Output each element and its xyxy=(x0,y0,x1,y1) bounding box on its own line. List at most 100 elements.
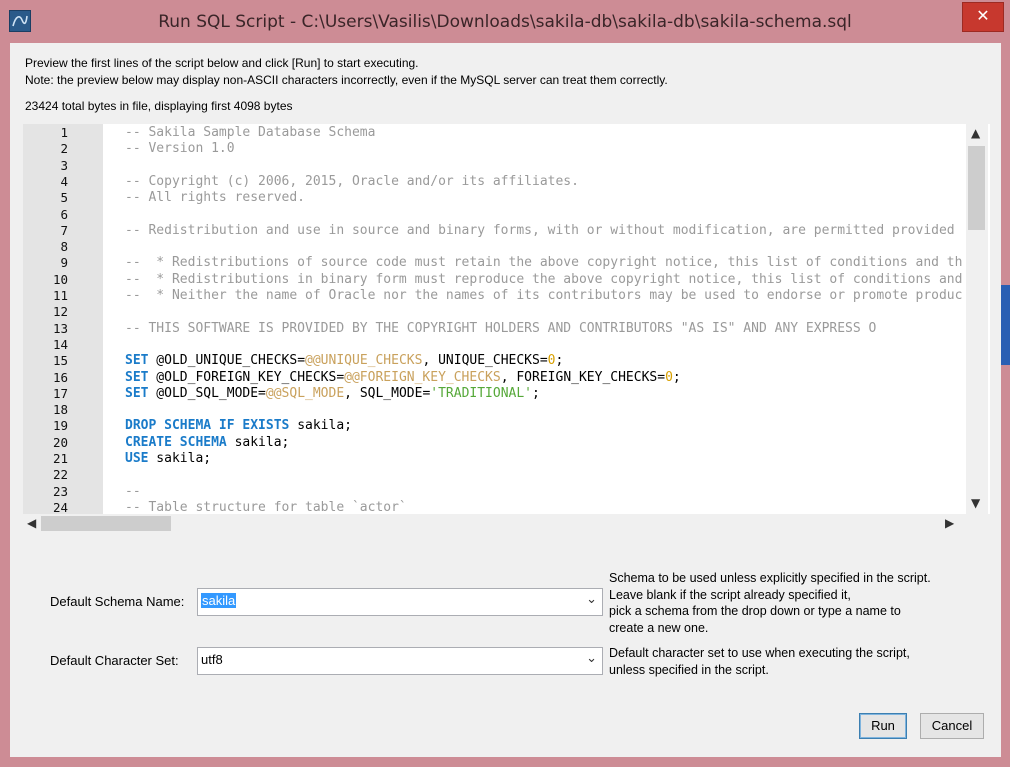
line-number: 12 xyxy=(52,304,68,320)
line-number: 18 xyxy=(52,402,68,418)
code-line: -- Redistribution and use in source and … xyxy=(125,223,963,239)
code-line: -- * Redistributions of source code must… xyxy=(125,255,963,271)
code-token: 0 xyxy=(547,353,556,369)
character-set-combobox[interactable]: utf8 ⌄ xyxy=(197,647,603,675)
code-token: -- * Redistributions in binary form must… xyxy=(125,271,963,287)
code-token: -- * Redistributions of source code must… xyxy=(125,255,963,271)
horizontal-scroll-thumb[interactable] xyxy=(41,516,171,531)
code-token: @OLD_FOREIGN_KEY_CHECKS= xyxy=(148,369,345,385)
title-bar[interactable]: Run SQL Script - C:\Users\Vasilis\Downlo… xyxy=(0,0,1010,40)
code-token: , UNIQUE_CHECKS= xyxy=(422,353,548,369)
code-token: -- Version 1.0 xyxy=(125,141,235,157)
character-set-value: utf8 xyxy=(201,652,223,667)
line-number: 2 xyxy=(60,141,68,157)
code-token: -- All rights reserved. xyxy=(125,190,306,206)
code-token: 'TRADITIONAL' xyxy=(430,385,533,401)
code-token: sakila; xyxy=(289,418,352,434)
code-line: SET @OLD_UNIQUE_CHECKS=@@UNIQUE_CHECKS, … xyxy=(125,353,563,369)
close-button[interactable]: ✕ xyxy=(962,2,1004,32)
hint-line: Leave blank if the script already specif… xyxy=(609,587,851,602)
schema-name-input[interactable]: sakila xyxy=(201,593,237,608)
code-token: @OLD_SQL_MODE= xyxy=(148,385,266,401)
code-line: -- Version 1.0 xyxy=(125,141,235,157)
code-token: ; xyxy=(672,369,681,385)
line-number: 20 xyxy=(52,434,68,450)
code-token: -- Sakila Sample Database Schema xyxy=(125,125,376,140)
window-title: Run SQL Script - C:\Users\Vasilis\Downlo… xyxy=(158,12,852,32)
code-token: DROP SCHEMA IF EXISTS xyxy=(125,418,290,434)
code-token: CREATE SCHEMA xyxy=(125,434,227,450)
code-token: @@SQL_MODE xyxy=(265,385,345,401)
background-window-edge xyxy=(1001,285,1010,365)
line-number: 8 xyxy=(60,239,68,255)
line-number: 13 xyxy=(52,320,68,336)
code-token: @@FOREIGN_KEY_CHECKS xyxy=(344,369,501,385)
line-number: 3 xyxy=(60,157,68,173)
encoding-note: Note: the preview below may display non-… xyxy=(25,73,668,87)
line-number: 6 xyxy=(60,206,68,222)
chevron-down-icon[interactable]: ▼ xyxy=(971,496,980,510)
vertical-scrollbar[interactable]: ▲ ▼ xyxy=(966,124,988,514)
line-number: 1 xyxy=(60,125,68,140)
chevron-up-icon[interactable]: ▲ xyxy=(971,126,980,140)
hint-line: create a new one. xyxy=(609,620,709,635)
code-line: USE sakila; xyxy=(125,451,211,467)
code-line: -- THIS SOFTWARE IS PROVIDED BY THE COPY… xyxy=(125,321,876,337)
code-token: SET xyxy=(125,369,149,385)
schema-name-label: Default Schema Name: xyxy=(50,594,185,609)
code-token: ; xyxy=(555,353,564,369)
line-number: 22 xyxy=(52,467,68,483)
code-line: -- * Neither the name of Oracle nor the … xyxy=(125,288,963,304)
code-token: SET xyxy=(125,385,149,401)
line-number: 10 xyxy=(52,271,68,287)
dialog-body: Preview the first lines of the script be… xyxy=(10,43,1001,757)
run-button[interactable]: Run xyxy=(859,713,907,739)
vertical-scroll-thumb[interactable] xyxy=(968,146,985,230)
code-token: , SQL_MODE= xyxy=(344,385,431,401)
preview-instructions: Preview the first lines of the script be… xyxy=(25,56,419,70)
line-number: 5 xyxy=(60,190,68,206)
hint-line: Default character set to use when execut… xyxy=(609,646,910,660)
line-number-gutter: 1 2 3 4 5 6 7 8 9 10 11 12 13 14 15 16 17 18 19 20 21 22 23 24 xyxy=(23,124,103,515)
chevron-right-icon[interactable]: ▶ xyxy=(945,516,954,530)
line-number: 14 xyxy=(52,336,68,352)
schema-name-combobox[interactable]: sakila ⌄ xyxy=(197,588,603,616)
script-preview-editor[interactable]: 1 2 3 4 5 6 7 8 9 10 11 12 13 14 15 16 17 18 19 20 21 22 23 24 … xyxy=(23,124,990,515)
code-text-area[interactable]: -- Sakila Sample Database Schema -- Versi… xyxy=(103,124,963,514)
line-number: 17 xyxy=(52,385,68,401)
schema-name-value: sakila xyxy=(201,593,237,608)
code-token: -- Copyright (c) 2006, 2015, Oracle and/… xyxy=(125,173,579,189)
line-number: 16 xyxy=(52,369,68,385)
chevron-down-icon[interactable]: ⌄ xyxy=(586,592,597,607)
code-line: -- Table structure for table `actor` xyxy=(125,500,407,514)
code-line: -- Copyright (c) 2006, 2015, Oracle and/… xyxy=(125,174,579,190)
code-token: -- xyxy=(125,483,141,499)
code-token: 0 xyxy=(665,369,673,385)
line-number: 7 xyxy=(60,222,68,238)
code-line: SET @OLD_SQL_MODE=@@SQL_MODE, SQL_MODE='… xyxy=(125,386,540,402)
code-token: ; xyxy=(532,385,540,401)
code-line: CREATE SCHEMA sakila; xyxy=(125,435,289,451)
code-token: -- Redistribution and use in source and … xyxy=(125,222,963,238)
hint-line: Schema to be used unless explicitly spec… xyxy=(609,571,931,585)
code-token: , FOREIGN_KEY_CHECKS= xyxy=(500,369,666,385)
line-number: 9 xyxy=(60,255,68,271)
run-sql-script-dialog: Run SQL Script - C:\Users\Vasilis\Downlo… xyxy=(0,0,1010,767)
code-token: sakila; xyxy=(226,434,290,450)
code-token: -- * Neither the name of Oracle nor the … xyxy=(125,288,963,303)
chevron-left-icon[interactable]: ◀ xyxy=(27,516,36,530)
chevron-down-icon[interactable]: ⌄ xyxy=(586,651,597,666)
code-token: sakila; xyxy=(148,451,212,466)
code-token: -- Table structure for table `actor` xyxy=(125,499,407,514)
code-token: @@UNIQUE_CHECKS xyxy=(305,353,423,369)
cancel-button[interactable]: Cancel xyxy=(920,713,984,739)
code-token: -- THIS SOFTWARE IS PROVIDED BY THE COPY… xyxy=(125,320,877,336)
line-number: 19 xyxy=(52,418,68,434)
line-number: 23 xyxy=(52,483,68,499)
code-line: DROP SCHEMA IF EXISTS sakila; xyxy=(125,418,352,434)
horizontal-scrollbar[interactable]: ◀ ▶ xyxy=(23,514,973,534)
code-token: USE xyxy=(125,451,149,466)
code-line: -- xyxy=(125,484,141,500)
hint-line: pick a schema from the drop down or type… xyxy=(609,604,901,618)
code-line: SET @OLD_FOREIGN_KEY_CHECKS=@@FOREIGN_KE… xyxy=(125,370,681,386)
